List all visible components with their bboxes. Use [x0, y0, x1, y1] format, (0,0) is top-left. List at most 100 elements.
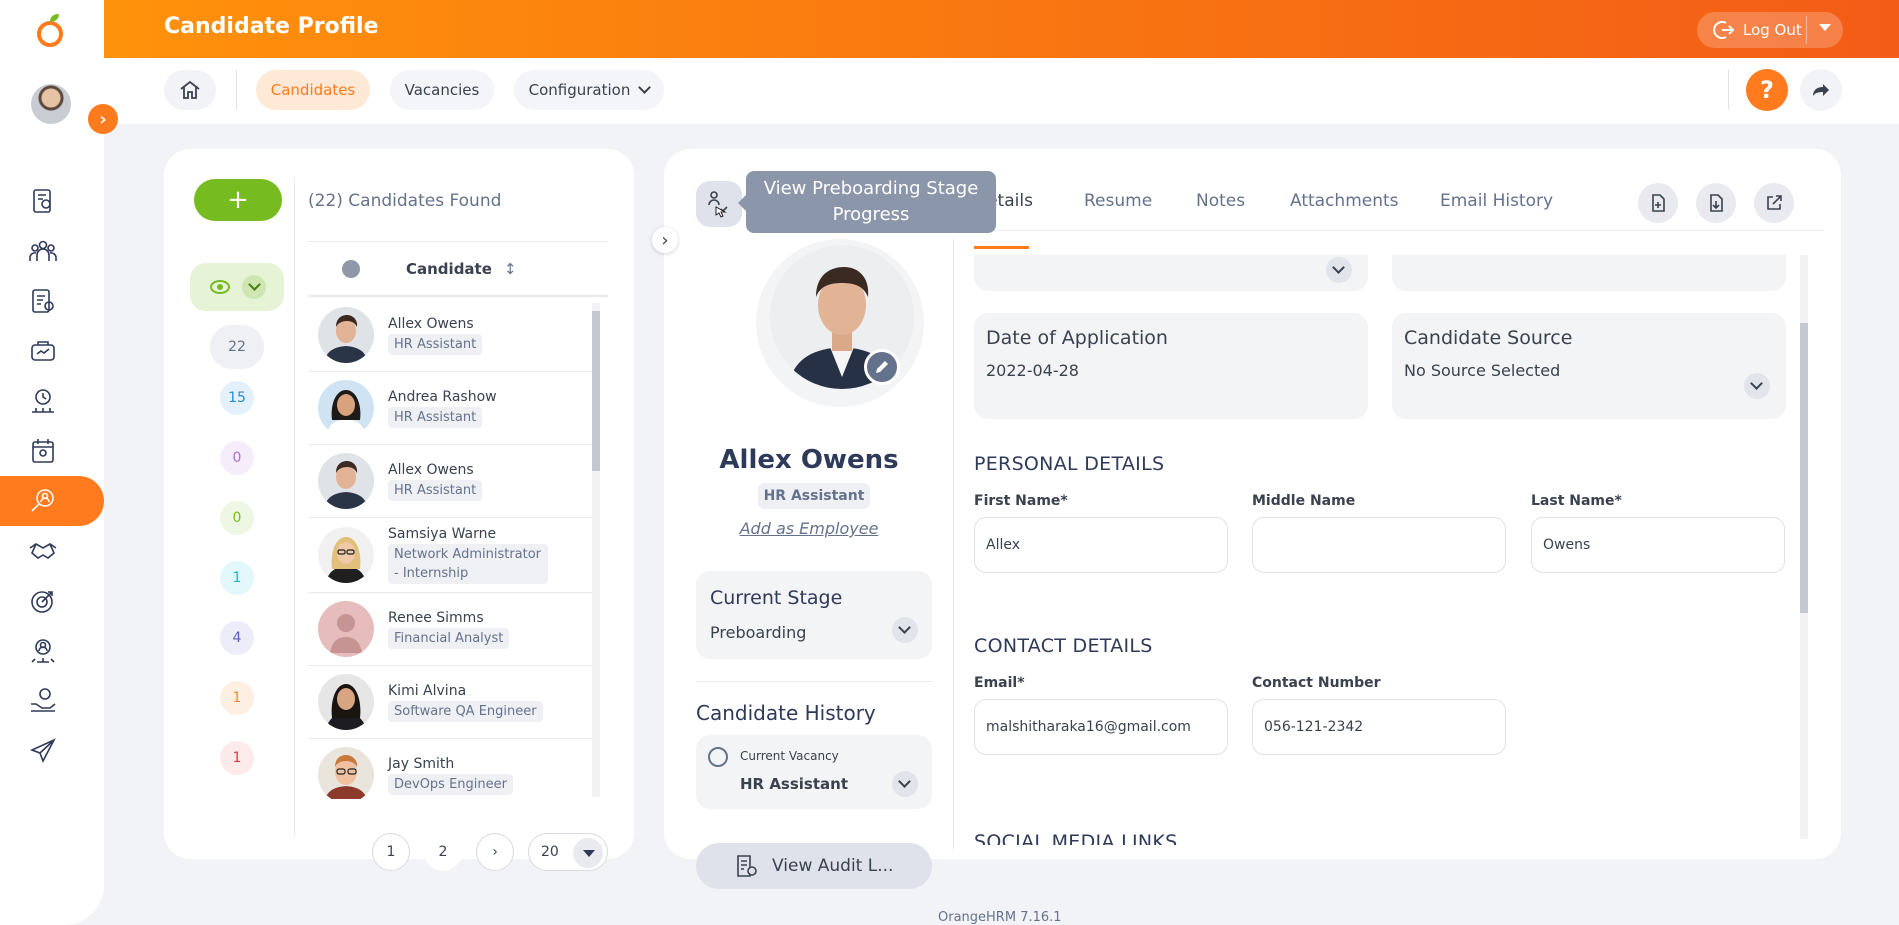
share-button[interactable]: [1800, 69, 1842, 111]
view-filter-toggle[interactable]: [190, 263, 284, 311]
status-count-pill[interactable]: 0: [220, 441, 254, 475]
top-field-box[interactable]: [1392, 255, 1786, 291]
candidate-avatar: [318, 747, 374, 799]
last-name-label: Last Name*: [1531, 493, 1622, 509]
sidebar-item-directory[interactable]: [0, 176, 104, 226]
candidate-list-item[interactable]: Andrea Rashow HR Assistant: [308, 372, 598, 445]
candidate-column-header: Candidate: [406, 259, 492, 278]
download-button[interactable]: [1696, 183, 1736, 223]
candidate-item-name: Renee Simms: [388, 609, 484, 626]
sidebar-item-onboarding[interactable]: [0, 526, 104, 576]
add-document-button[interactable]: [1638, 183, 1678, 223]
report-icon: [32, 289, 54, 313]
open-external-button[interactable]: [1754, 183, 1794, 223]
date-of-application-field[interactable]: Date of Application 2022-04-28: [974, 313, 1368, 419]
middle-name-input[interactable]: [1252, 517, 1506, 573]
sidebar-item-calendar[interactable]: [0, 426, 104, 476]
sidebar-item-awards[interactable]: [0, 626, 104, 676]
tab-email-history[interactable]: Email History: [1440, 191, 1553, 211]
nav-candidates[interactable]: Candidates: [256, 70, 370, 110]
candidate-list-item[interactable]: Samsiya Warne Network Administrator - Int…: [308, 518, 598, 593]
details-scrollbar[interactable]: [1800, 255, 1808, 839]
contact-number-input[interactable]: 056-121-2342: [1252, 699, 1506, 755]
status-count-pill[interactable]: 1: [220, 561, 254, 595]
sidebar-item-report[interactable]: [0, 276, 104, 326]
vacancy-select[interactable]: [974, 255, 1368, 291]
candidate-list-item[interactable]: Jay Smith DevOps Engineer: [308, 739, 598, 799]
status-count-pill[interactable]: 15: [220, 381, 254, 415]
sidebar-item-recruitment[interactable]: [0, 476, 104, 526]
caret-down-icon[interactable]: [1819, 24, 1831, 31]
first-name-input[interactable]: Allex: [974, 517, 1228, 573]
add-candidate-button[interactable]: +: [194, 179, 282, 221]
chevron-down-icon[interactable]: [1326, 257, 1352, 283]
candidate-source-select[interactable]: Candidate Source No Source Selected: [1392, 313, 1786, 419]
stage-tooltip: View Preboarding Stage Progress: [738, 171, 996, 233]
history-item[interactable]: Current Vacancy HR Assistant: [696, 735, 932, 809]
chevron-down-icon[interactable]: [242, 275, 266, 299]
candidate-list-item[interactable]: Renee Simms Financial Analyst: [308, 593, 598, 666]
candidates-panel: + (22) Candidates Found 22 15 0 0 1 4 1 1 Candi…: [164, 149, 634, 871]
sort-icon[interactable]: ↕: [504, 260, 517, 278]
caret-down-icon[interactable]: [573, 838, 603, 868]
current-stage-box[interactable]: Current Stage Preboarding: [696, 571, 932, 659]
scrollbar-thumb[interactable]: [1800, 323, 1808, 613]
sidebar-item-team[interactable]: [0, 226, 104, 276]
tab-resume[interactable]: Resume: [1084, 191, 1152, 211]
status-count-pill[interactable]: 1: [220, 681, 254, 715]
date-of-application-value: 2022-04-28: [986, 361, 1079, 380]
page-2-button[interactable]: 2: [424, 833, 462, 871]
status-count-pill[interactable]: 22: [210, 325, 264, 369]
performance-icon: [31, 341, 55, 361]
candidate-list-item[interactable]: Kimi Alvina Software QA Engineer: [308, 666, 598, 739]
candidate-list-item[interactable]: Allex Owens HR Assistant: [308, 445, 598, 518]
chevron-down-icon[interactable]: [892, 617, 918, 643]
nav-vacancies[interactable]: Vacancies: [390, 70, 494, 110]
chevron-right-icon: ›: [661, 229, 669, 251]
tab-notes[interactable]: Notes: [1196, 191, 1245, 211]
candidate-info: Samsiya Warne Network Administrator - Int…: [388, 526, 548, 584]
home-icon: [180, 80, 200, 99]
sidebar-item-time[interactable]: [0, 376, 104, 426]
scrollbar-thumb[interactable]: [592, 311, 600, 471]
candidate-avatar: [318, 674, 374, 730]
candidate-name: Allex Owens: [719, 445, 899, 475]
candidate-source-value: No Source Selected: [1404, 361, 1561, 380]
status-count-pill[interactable]: 4: [220, 621, 254, 655]
candidate-list-scrollbar[interactable]: [592, 303, 600, 797]
profile-summary: View Preboarding Stage Progress Allex Ow…: [664, 149, 996, 859]
next-page-button[interactable]: ›: [476, 833, 514, 871]
nav-configuration[interactable]: Configuration: [514, 70, 664, 110]
user-avatar[interactable]: [31, 84, 71, 124]
directory-icon: [33, 189, 51, 213]
orangehrm-logo-icon[interactable]: [32, 12, 68, 48]
tab-attachments[interactable]: Attachments: [1290, 191, 1399, 211]
candidate-list-item[interactable]: Allex Owens HR Assistant: [308, 299, 598, 372]
candidate-item-role: Network Administrator - Internship: [388, 544, 548, 584]
email-label: Email*: [974, 675, 1025, 691]
add-as-employee-link[interactable]: Add as Employee: [664, 519, 954, 538]
preboarding-stage-button[interactable]: [696, 181, 742, 227]
home-button[interactable]: [164, 70, 216, 110]
chevron-down-icon[interactable]: [1744, 373, 1770, 399]
status-count-pill[interactable]: 1: [220, 741, 254, 775]
page-size-select[interactable]: 20: [528, 833, 608, 871]
sidebar-item-travel[interactable]: [0, 726, 104, 776]
pencil-icon: [876, 361, 888, 373]
last-name-input[interactable]: Owens: [1531, 517, 1785, 573]
help-button[interactable]: ?: [1746, 69, 1788, 111]
candidate-item-role: HR Assistant: [388, 333, 483, 355]
sidebar-item-goals[interactable]: [0, 576, 104, 626]
status-count-pill[interactable]: 0: [220, 501, 254, 535]
candidate-avatar: [318, 601, 374, 657]
view-audit-log-button[interactable]: View Audit L...: [696, 843, 932, 889]
collapse-panel-button[interactable]: ›: [652, 227, 678, 253]
logout-button[interactable]: Log Out: [1697, 12, 1843, 48]
sidebar-item-performance[interactable]: [0, 326, 104, 376]
edit-photo-button[interactable]: [864, 349, 900, 385]
page-1-button[interactable]: 1: [372, 833, 410, 871]
sidebar-expand-button[interactable]: ›: [88, 104, 118, 134]
sidebar-item-claim[interactable]: [0, 676, 104, 726]
email-input[interactable]: malshitharaka16@gmail.com: [974, 699, 1228, 755]
chevron-down-icon[interactable]: [892, 771, 918, 797]
